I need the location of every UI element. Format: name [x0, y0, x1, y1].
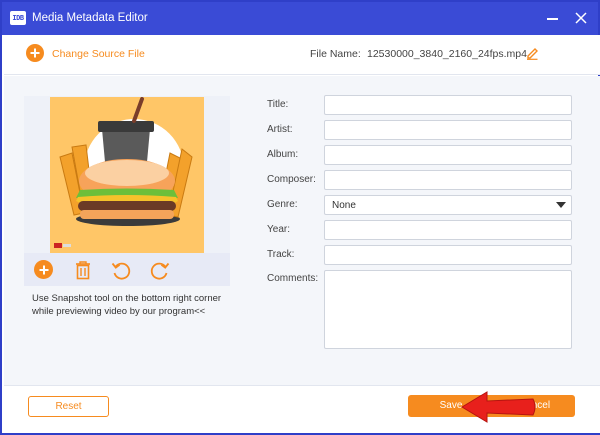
- genre-label: Genre:: [267, 199, 298, 210]
- add-circle-icon[interactable]: [34, 260, 53, 279]
- cover-preview-panel: [24, 96, 230, 286]
- composer-input[interactable]: [324, 170, 572, 190]
- file-toolbar: Change Source File File Name: 12530000_3…: [4, 35, 600, 75]
- trash-icon[interactable]: [72, 259, 94, 281]
- year-label: Year:: [267, 224, 290, 235]
- app-window: IDB Media Metadata Editor Change Source …: [0, 0, 600, 435]
- reset-button[interactable]: Reset: [28, 396, 109, 417]
- genre-selected-value: None: [332, 200, 356, 211]
- cover-thumbnail: [50, 97, 204, 253]
- comments-label: Comments:: [267, 273, 319, 284]
- artist-input[interactable]: [324, 120, 572, 140]
- app-logo-icon: IDB: [10, 11, 26, 25]
- minimize-icon[interactable]: [545, 10, 561, 26]
- genre-dropdown[interactable]: None: [324, 195, 572, 215]
- preview-toolbar: [24, 253, 230, 286]
- annotation-arrow-icon: [461, 391, 536, 423]
- composer-label: Composer:: [267, 174, 316, 185]
- action-footer: Reset Save Cancel: [4, 385, 600, 433]
- comments-textarea[interactable]: [324, 270, 572, 349]
- close-icon[interactable]: [573, 10, 589, 26]
- album-input[interactable]: [324, 145, 572, 165]
- rotate-left-icon[interactable]: [110, 259, 132, 281]
- file-name-label: File Name:: [310, 48, 361, 60]
- file-name-value: 12530000_3840_2160_24fps.mp4: [367, 48, 527, 60]
- rotate-right-icon[interactable]: [149, 259, 171, 281]
- title-input[interactable]: [324, 95, 572, 115]
- snapshot-hint: Use Snapshot tool on the bottom right co…: [32, 293, 222, 317]
- year-input[interactable]: [324, 220, 572, 240]
- title-label: Title:: [267, 99, 289, 110]
- editor-body: Use Snapshot tool on the bottom right co…: [4, 76, 600, 385]
- album-label: Album:: [267, 149, 299, 160]
- edit-pencil-icon[interactable]: [525, 46, 539, 60]
- window-title: Media Metadata Editor: [32, 12, 148, 24]
- track-input[interactable]: [324, 245, 572, 265]
- track-label: Track:: [267, 249, 295, 260]
- change-source-file-button[interactable]: Change Source File: [52, 48, 145, 60]
- artist-label: Artist:: [267, 124, 293, 135]
- caret-down-icon: [556, 202, 566, 208]
- title-bar: IDB Media Metadata Editor: [2, 2, 598, 35]
- add-circle-icon[interactable]: [26, 44, 44, 62]
